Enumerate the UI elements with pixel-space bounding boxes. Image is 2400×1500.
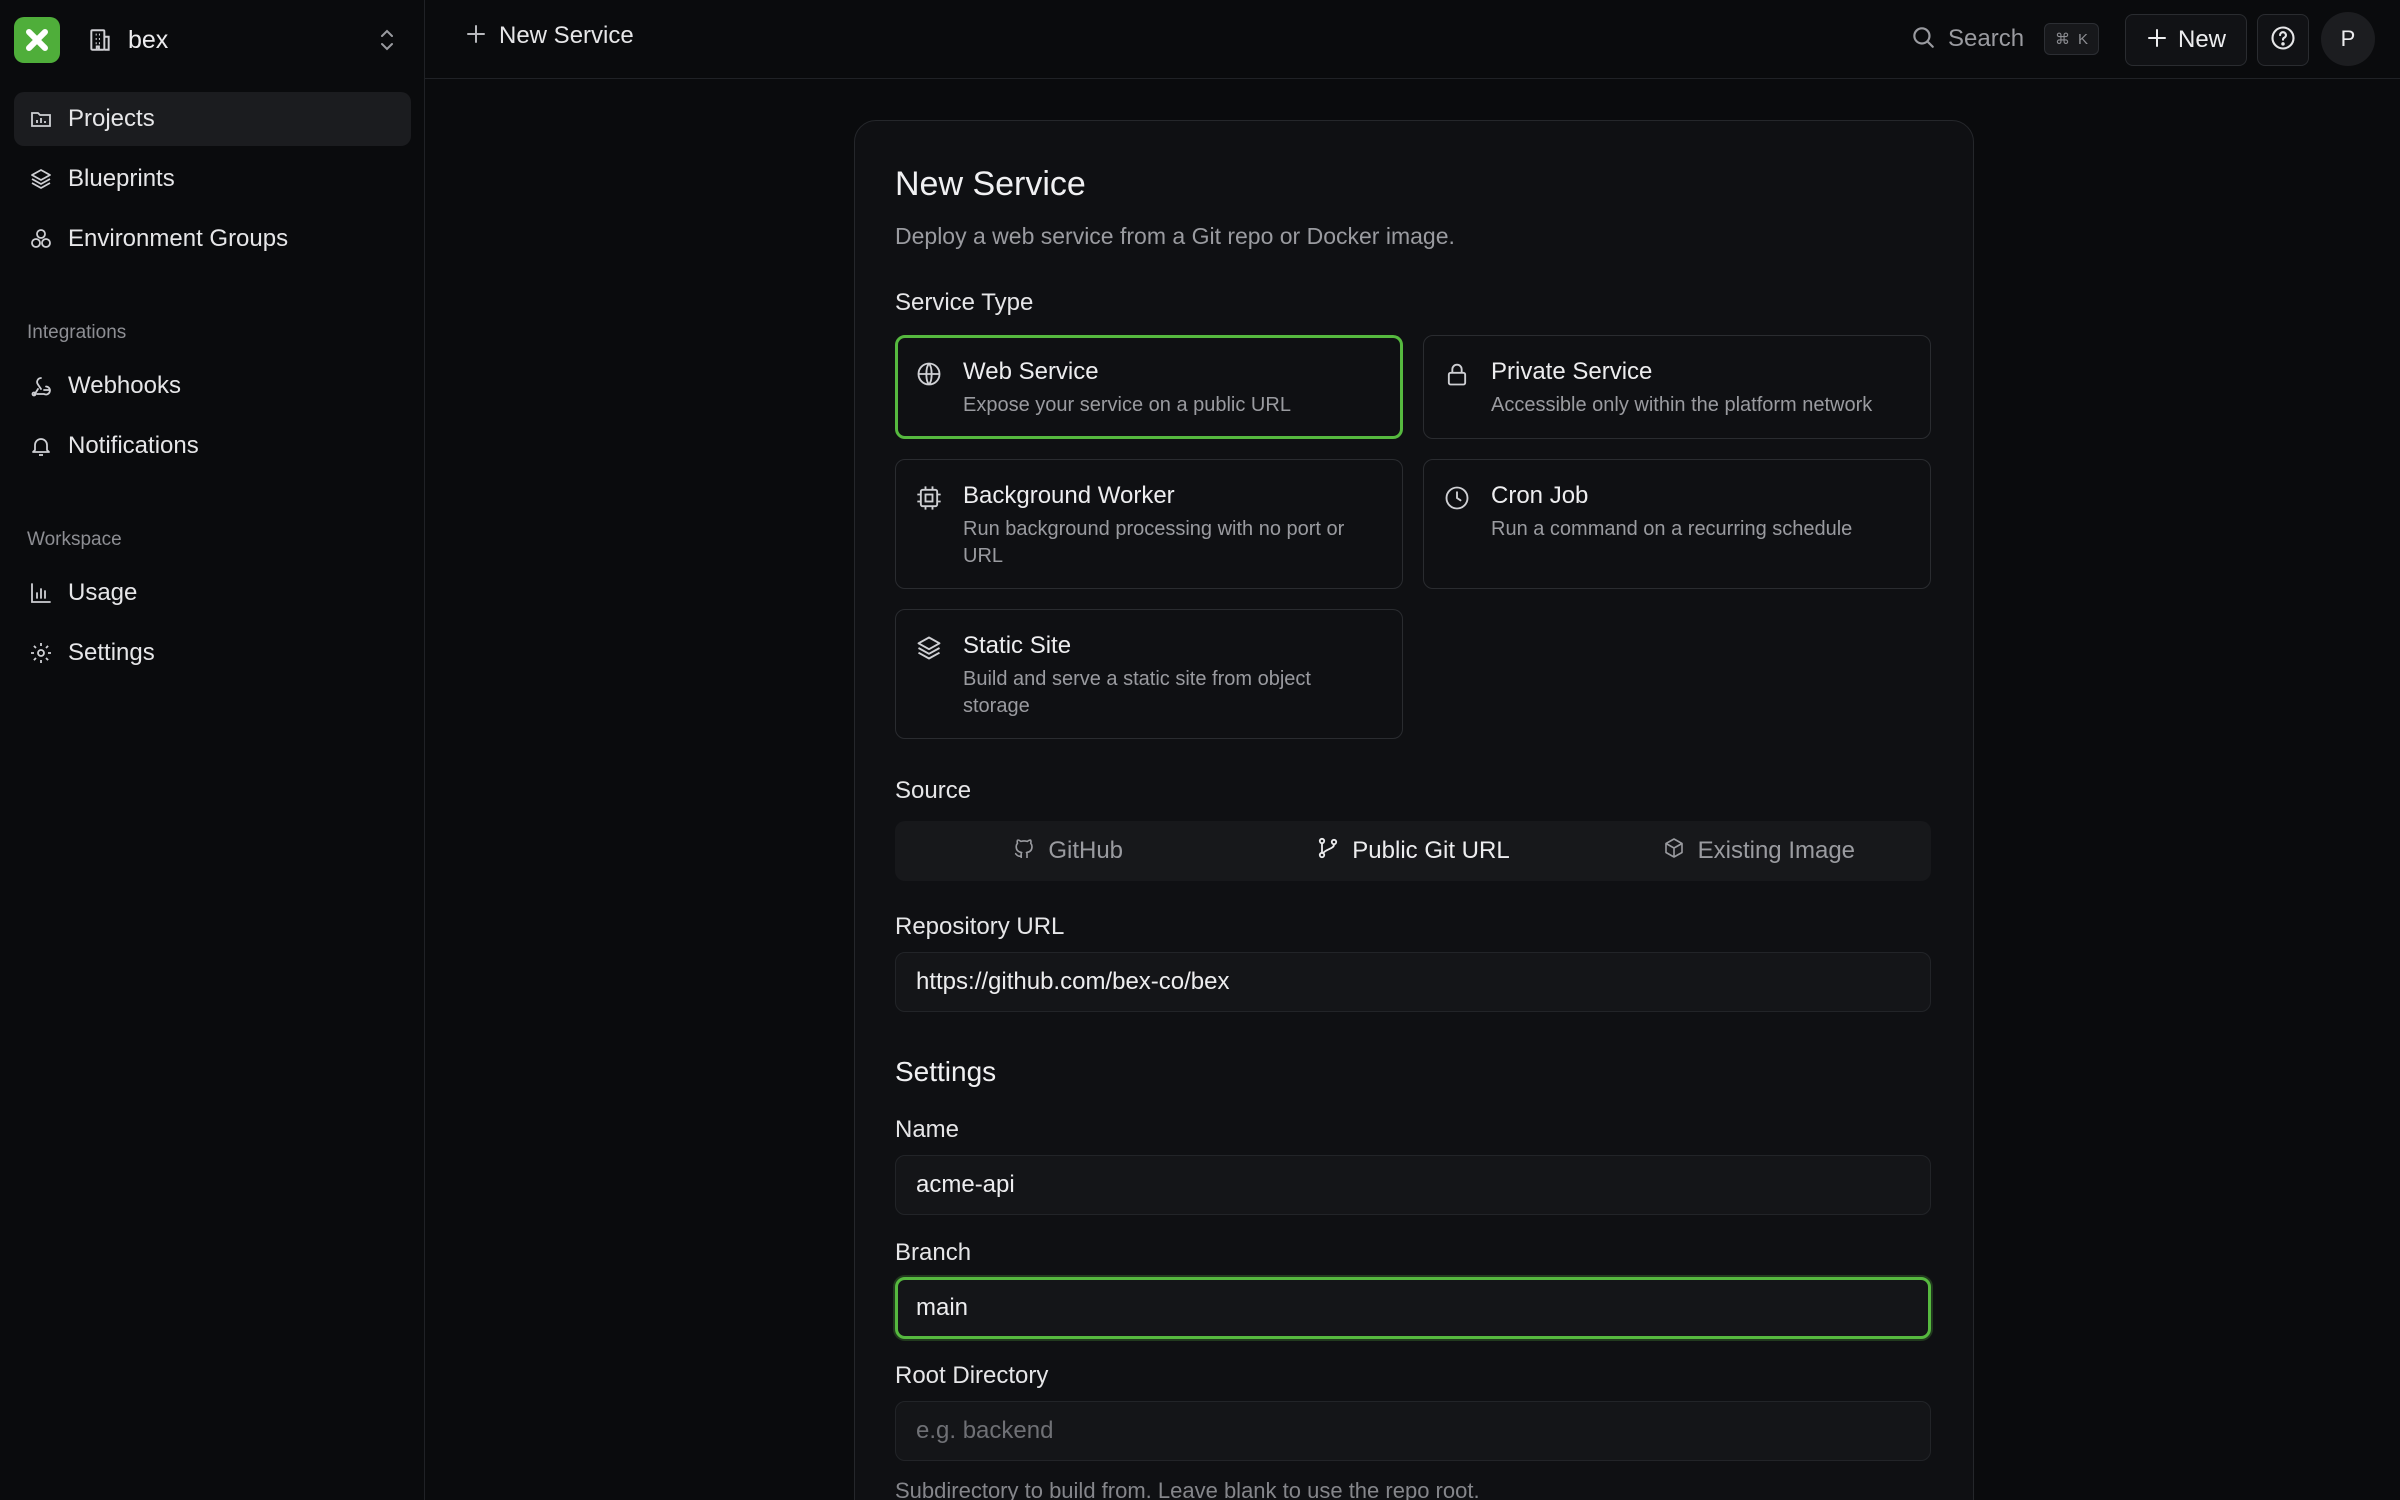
- source-label: Source: [895, 777, 972, 804]
- integrations-section-title: Integrations: [27, 322, 127, 343]
- webhook-icon: [27, 372, 55, 400]
- layers-icon: [27, 165, 55, 193]
- topbar: New Service Search ⌘ K New P: [425, 0, 2400, 79]
- service-type-title: Cron Job: [1491, 482, 1589, 509]
- service-type-desc: Run background processing with no port o…: [963, 518, 1345, 567]
- environment-groups-icon: [27, 225, 55, 253]
- source-tab-label: GitHub: [1048, 837, 1124, 864]
- search-shortcut: ⌘ K: [2044, 23, 2100, 55]
- chevron-up-down-icon[interactable]: [374, 26, 400, 54]
- sidebar-item-label: Webhooks: [68, 372, 181, 399]
- sidebar-item-environment-groups[interactable]: Environment Groups: [14, 212, 411, 266]
- sidebar-item-label: Settings: [68, 639, 155, 666]
- sidebar-item-notifications[interactable]: Notifications: [14, 419, 411, 473]
- sidebar-item-usage[interactable]: Usage: [14, 566, 411, 620]
- service-type-title: Web Service: [963, 358, 1099, 385]
- settings-heading: Settings: [895, 1056, 997, 1087]
- help-button[interactable]: [2257, 14, 2309, 66]
- search-icon: [1910, 24, 1936, 55]
- root-directory-input[interactable]: [895, 1401, 1931, 1461]
- source-tab-label: Public Git URL: [1352, 837, 1510, 864]
- sidebar-item-label: Projects: [68, 105, 155, 132]
- sidebar-item-projects[interactable]: Projects: [14, 92, 411, 146]
- service-type-desc: Expose your service on a public URL: [963, 394, 1291, 416]
- service-type-title: Background Worker: [963, 482, 1175, 509]
- service-type-background-worker[interactable]: Background Worker Run background process…: [895, 459, 1403, 589]
- bell-icon: [27, 432, 55, 460]
- workspace-name: bex: [128, 25, 169, 54]
- plus-icon: [2146, 27, 2168, 54]
- search-label: Search: [1948, 25, 2025, 52]
- lock-icon: [1443, 360, 1471, 388]
- service-type-desc: Run a command on a recurring schedule: [1491, 518, 1853, 540]
- service-type-title: Private Service: [1491, 358, 1653, 385]
- new-service-form: New Service Deploy a web service from a …: [854, 120, 1974, 1500]
- search-button[interactable]: Search ⌘ K: [1910, 18, 2100, 60]
- source-tab-public-git-url[interactable]: Public Git URL: [1240, 821, 1585, 881]
- sidebar: bex Projects Blueprints Environment Grou…: [0, 0, 425, 1500]
- box-icon: [1662, 836, 1686, 867]
- repository-url-label: Repository URL: [895, 913, 1065, 940]
- layers-icon: [915, 634, 943, 662]
- breadcrumb-new-service[interactable]: New Service: [465, 22, 634, 50]
- workspace-switcher[interactable]: bex: [14, 16, 410, 64]
- service-type-label: Service Type: [895, 289, 1034, 316]
- clock-icon: [1443, 484, 1471, 512]
- sidebar-item-settings[interactable]: Settings: [14, 626, 411, 680]
- service-type-private-service[interactable]: Private Service Accessible only within t…: [1423, 335, 1931, 439]
- app-logo: [14, 17, 60, 63]
- page-subtitle: Deploy a web service from a Git repo or …: [895, 223, 1455, 249]
- service-type-title: Static Site: [963, 632, 1072, 659]
- name-input[interactable]: [895, 1155, 1931, 1215]
- plus-icon: [465, 23, 487, 50]
- sidebar-item-webhooks[interactable]: Webhooks: [14, 359, 411, 413]
- service-type-desc: Build and serve a static site from objec…: [963, 668, 1311, 717]
- help-icon: [2269, 24, 2297, 57]
- sidebar-item-blueprints[interactable]: Blueprints: [14, 152, 411, 206]
- root-directory-label: Root Directory: [895, 1362, 1049, 1389]
- git-branch-icon: [1316, 836, 1340, 867]
- service-type-cron-job[interactable]: Cron Job Run a command on a recurring sc…: [1423, 459, 1931, 589]
- github-icon: [1012, 836, 1036, 867]
- globe-icon: [915, 360, 943, 388]
- projects-icon: [27, 105, 55, 133]
- service-type-static-site[interactable]: Static Site Build and serve a static sit…: [895, 609, 1403, 739]
- avatar[interactable]: P: [2321, 12, 2375, 66]
- source-tab-existing-image[interactable]: Existing Image: [1586, 821, 1931, 881]
- service-type-desc: Accessible only within the platform netw…: [1491, 394, 1873, 416]
- sidebar-item-label: Usage: [68, 579, 138, 606]
- source-tabs: GitHub Public Git URL Existing Image: [895, 821, 1931, 881]
- new-button[interactable]: New: [2125, 14, 2247, 66]
- name-label: Name: [895, 1116, 960, 1143]
- building-icon: [86, 26, 114, 54]
- branch-label: Branch: [895, 1239, 972, 1266]
- source-tab-github[interactable]: GitHub: [895, 821, 1240, 881]
- breadcrumb-label: New Service: [499, 22, 634, 49]
- new-button-label: New: [2177, 26, 2226, 53]
- branch-input[interactable]: [895, 1277, 1931, 1339]
- repository-url-input[interactable]: [895, 952, 1931, 1012]
- sidebar-item-label: Blueprints: [68, 165, 175, 192]
- workspace-section-title: Workspace: [27, 529, 122, 550]
- page-title: New Service: [895, 165, 1086, 203]
- bar-chart-icon: [27, 579, 55, 607]
- source-tab-label: Existing Image: [1697, 837, 1856, 864]
- service-type-web-service[interactable]: Web Service Expose your service on a pub…: [895, 335, 1403, 439]
- cpu-icon: [915, 484, 943, 512]
- sidebar-item-label: Notifications: [68, 432, 199, 459]
- root-directory-help: Subdirectory to build from. Leave blank …: [895, 1478, 1480, 1500]
- gear-icon: [27, 639, 55, 667]
- sidebar-item-label: Environment Groups: [68, 225, 289, 252]
